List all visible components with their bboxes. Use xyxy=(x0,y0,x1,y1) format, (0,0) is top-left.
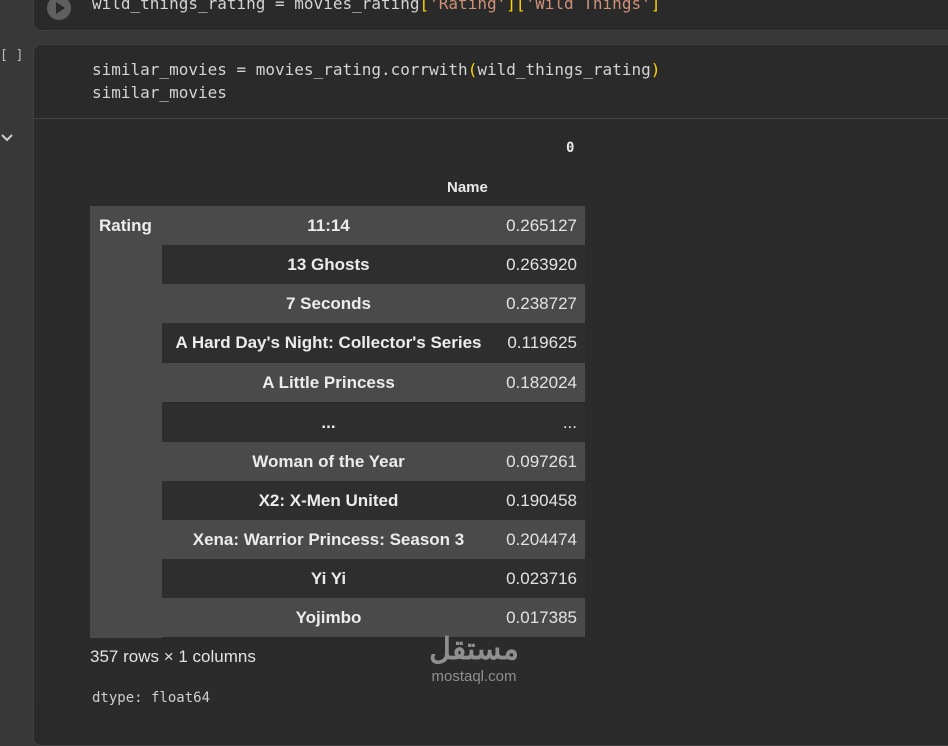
row-value: 0.182024 xyxy=(506,373,577,392)
row-index-label: 7 Seconds xyxy=(285,294,372,313)
table-row: 7 Seconds 0.238727 xyxy=(162,284,585,323)
row-value: 0.119625 xyxy=(507,333,577,352)
row-index-label: 13 Ghosts xyxy=(287,255,370,274)
row-index-label: 11:14 xyxy=(307,216,350,235)
row-index-label: X2: X-Men United xyxy=(258,491,399,510)
row-value: 0.238727 xyxy=(506,294,577,313)
table-row: X2: X-Men United 0.190458 xyxy=(162,481,585,520)
row-index-label: Xena: Warrior Princess: Season 3 xyxy=(192,530,465,549)
previous-cell-code[interactable]: wild_things_rating = movies_rating['Rati… xyxy=(92,0,660,15)
row-value: 0.263920 xyxy=(506,255,577,274)
table-row: Woman of the Year 0.097261 xyxy=(162,442,585,481)
row-index-label: A Little Princess xyxy=(262,373,395,392)
collapse-output-chevron-icon[interactable] xyxy=(0,130,16,146)
table-row: A Hard Day's Night: Collector's Series 0.… xyxy=(162,323,585,362)
mostaql-watermark-logo: مستقل mostaql.com xyxy=(429,633,519,685)
dtype-output-text: dtype: float64 xyxy=(92,690,211,706)
column-header: 0 xyxy=(566,140,575,156)
table-row: A Little Princess 0.182024 xyxy=(162,363,585,402)
row-value: ... xyxy=(562,413,577,432)
table-row: 13 Ghosts 0.263920 xyxy=(162,245,585,284)
cell-gutter xyxy=(0,0,33,702)
row-index-label: ... xyxy=(321,413,336,432)
index-level-0-label: Rating xyxy=(99,216,152,235)
row-value: 0.204474 xyxy=(506,530,577,549)
row-value: 0.017385 xyxy=(506,608,577,627)
row-value: 0.190458 xyxy=(506,491,577,510)
cell-code-editor[interactable]: similar_movies = movies_rating.corrwith(… xyxy=(92,58,660,104)
table-row: Xena: Warrior Princess: Season 3 0.204474 xyxy=(162,520,585,559)
row-index-label: Yi Yi xyxy=(310,569,347,588)
dataframe-shape-summary: 357 rows × 1 columns xyxy=(90,647,256,666)
row-index-label: Woman of the Year xyxy=(252,452,405,471)
row-index-label: Yojimbo xyxy=(295,608,362,627)
table-row: 11:14 0.265127 xyxy=(162,206,585,245)
index-name-header: Name xyxy=(447,179,488,196)
table-row: Yi Yi 0.023716 xyxy=(162,559,585,598)
row-index-label: A Hard Day's Night: Collector's Series xyxy=(175,333,482,352)
index-level-0: Rating xyxy=(90,206,162,638)
row-value: 0.097261 xyxy=(506,452,577,471)
table-row: ...... xyxy=(162,403,585,442)
row-value: 0.023716 xyxy=(506,569,577,588)
row-value: 0.265127 xyxy=(506,216,577,235)
execution-count: [ ] xyxy=(0,48,24,63)
